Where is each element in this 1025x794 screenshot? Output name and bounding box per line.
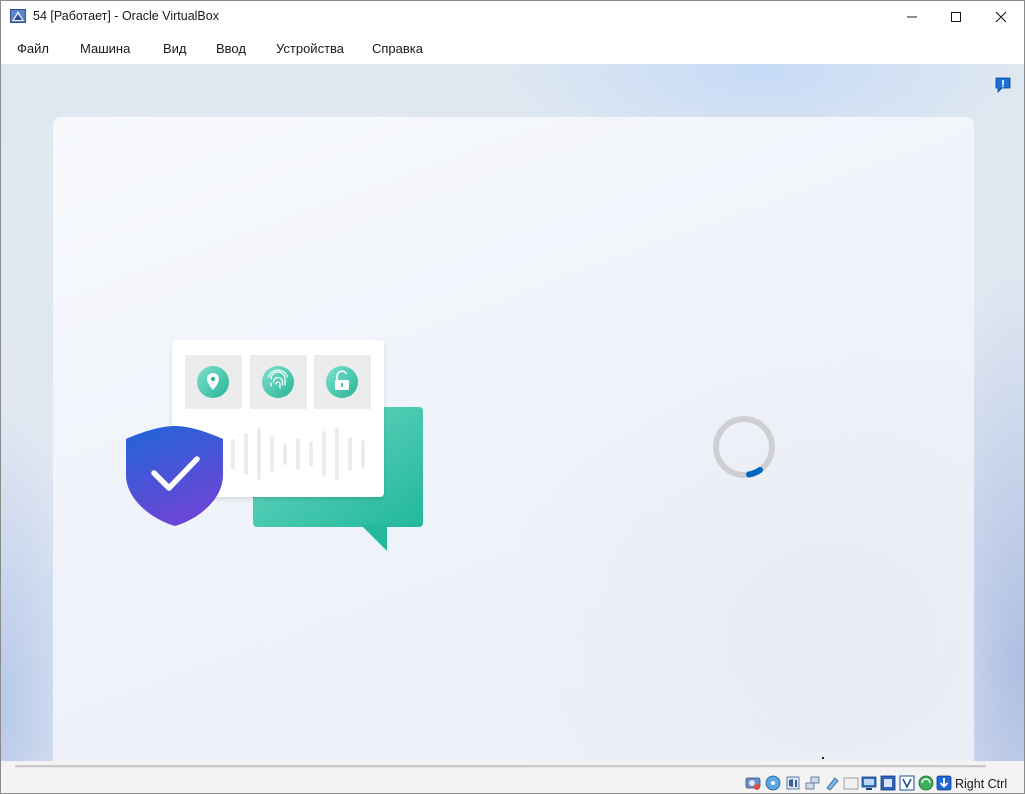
shield-check-icon	[126, 426, 223, 526]
mouse-integration-icon[interactable]	[918, 775, 934, 791]
close-icon	[995, 11, 1007, 22]
menu-devices[interactable]: Устройства	[276, 41, 344, 56]
optical-drive-icon[interactable]	[765, 775, 781, 791]
keyboard-capture-icon[interactable]	[936, 775, 952, 791]
host-key-label[interactable]: Right Ctrl	[955, 777, 1007, 791]
status-bar-separator	[15, 765, 986, 768]
status-bar: Right Ctrl	[1, 761, 1024, 793]
maximize-button[interactable]	[933, 1, 979, 32]
menu-file[interactable]: Файл	[17, 41, 49, 56]
minimize-button[interactable]	[889, 1, 935, 32]
virtualbox-app-icon	[10, 9, 26, 23]
title-bar[interactable]: 54 [Работает] - Oracle VirtualBox	[1, 1, 1024, 32]
virtualbox-window: 54 [Работает] - Oracle VirtualBox Файл М…	[0, 0, 1025, 794]
minimize-icon	[907, 16, 917, 17]
network-icon[interactable]	[805, 775, 821, 791]
virtualization-icon[interactable]	[899, 775, 915, 791]
menu-bar: Файл Машина Вид Ввод Устройства Справка	[1, 32, 1024, 64]
menu-view[interactable]: Вид	[163, 41, 187, 56]
hard-disk-icon[interactable]	[745, 775, 761, 791]
unlock-icon	[326, 366, 358, 398]
notification-icon[interactable]	[994, 76, 1012, 94]
close-button[interactable]	[978, 1, 1024, 32]
menu-help[interactable]: Справка	[372, 41, 423, 56]
fingerprint-icon	[262, 366, 294, 398]
display-icon[interactable]	[861, 775, 877, 791]
mouse-cursor	[822, 757, 824, 759]
loading-spinner-icon	[713, 416, 775, 478]
shared-folders-icon[interactable]	[843, 775, 859, 791]
maximize-icon	[951, 11, 961, 22]
window-title: 54 [Работает] - Oracle VirtualBox	[33, 9, 219, 23]
menu-input[interactable]: Ввод	[216, 41, 246, 56]
usb-icon[interactable]	[824, 775, 840, 791]
video-capture-icon[interactable]	[880, 775, 896, 791]
audio-icon[interactable]	[785, 775, 801, 791]
menu-machine[interactable]: Машина	[80, 41, 130, 56]
security-illustration	[126, 340, 423, 551]
location-pin-icon	[197, 366, 229, 398]
